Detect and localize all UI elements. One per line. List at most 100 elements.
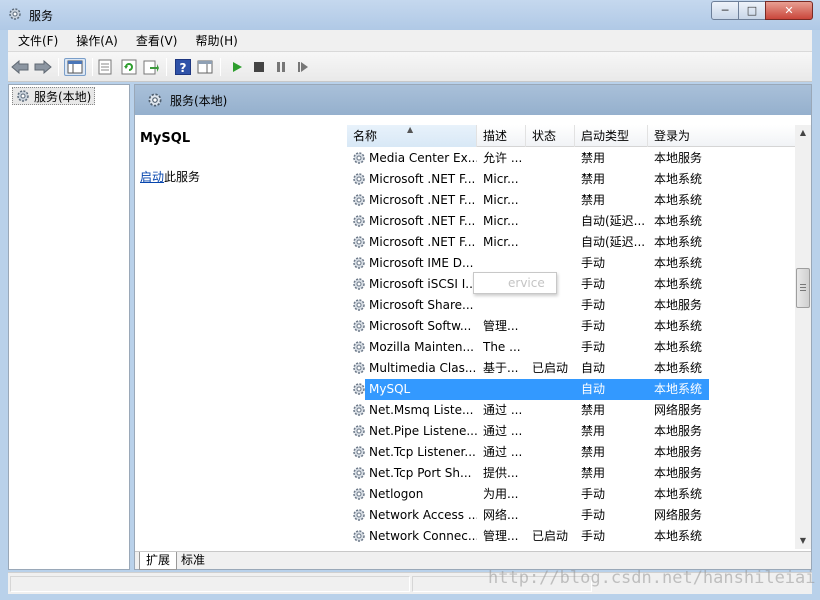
table-row[interactable]: Net.Pipe Listene... 通过 ... 禁用 本地服务 xyxy=(347,421,795,442)
service-name-cell: Microsoft Softw... xyxy=(369,319,472,333)
column-header-logon[interactable]: 登录为 xyxy=(648,125,795,147)
maximize-button[interactable]: □ xyxy=(738,1,766,20)
tab-extended[interactable]: 扩展 xyxy=(139,552,178,570)
service-description-panel: MySQL 启动此服务 xyxy=(135,115,345,551)
column-header-description[interactable]: 描述 xyxy=(477,125,526,147)
service-gear-icon xyxy=(353,425,365,437)
toolbar-separator xyxy=(92,58,93,76)
scrollbar-grip xyxy=(800,284,806,285)
service-gear-icon xyxy=(353,236,365,248)
menu-action[interactable]: 操作(A) xyxy=(66,32,126,49)
service-status-cell xyxy=(532,316,574,337)
pause-service-icon[interactable] xyxy=(272,58,290,76)
scrollbar-thumb[interactable] xyxy=(796,268,810,308)
vertical-scrollbar[interactable]: ▲ ▼ xyxy=(795,125,811,549)
column-header-status[interactable]: 状态 xyxy=(526,125,575,147)
stop-service-icon[interactable] xyxy=(250,58,268,76)
table-row[interactable]: Mozilla Mainten... The ... 手动 本地系统 xyxy=(347,337,795,358)
minimize-button[interactable]: ─ xyxy=(711,1,739,20)
column-header-logon-label: 登录为 xyxy=(654,129,691,143)
service-logon-cell: 网络服务 xyxy=(654,508,703,522)
service-startup-type-cell: 禁用 xyxy=(581,151,606,165)
toolbar-separator xyxy=(58,58,59,76)
table-row[interactable]: Microsoft IME D... 手动 本地系统 xyxy=(347,253,795,274)
service-logon-cell: 本地系统 xyxy=(654,529,703,543)
table-row[interactable]: Microsoft iSCSI I...管理...手动本地系统 xyxy=(347,274,795,295)
service-startup-type-cell: 手动 xyxy=(581,508,606,522)
service-name-cell: Microsoft .NET F... xyxy=(369,193,476,207)
column-header-name[interactable]: ▲ 名称 xyxy=(347,125,477,147)
close-button[interactable]: ✕ xyxy=(765,1,813,20)
service-startup-type-cell: 禁用 xyxy=(581,424,606,438)
menu-bar: 文件(F) 操作(A) 查看(V) 帮助(H) xyxy=(8,30,812,52)
tree-item-services-local[interactable]: 服务(本地) xyxy=(12,87,96,105)
column-header: ▲ 名称 描述 状态 启动类型 登录为 xyxy=(347,125,795,147)
table-row[interactable]: Microsoft .NET F... Micr... 禁用 本地系统 xyxy=(347,190,795,211)
service-gear-icon xyxy=(353,152,365,164)
table-row[interactable]: Microsoft .NET F... Micr... 禁用 本地系统 xyxy=(347,169,795,190)
start-service-icon[interactable] xyxy=(228,58,246,76)
table-row[interactable]: Microsoft .NET F... Micr... 自动(延迟... 本地系统 xyxy=(347,232,795,253)
services-list: ▲ 名称 描述 状态 启动类型 登录为 Media Center Ex... 允许… xyxy=(347,115,811,549)
restart-service-icon[interactable] xyxy=(294,58,312,76)
column-header-startup-type[interactable]: 启动类型 xyxy=(575,125,648,147)
table-row[interactable]: Network Connec... 管理... 已启动 手动 本地系统 xyxy=(347,526,795,547)
tooltip: ervice xyxy=(473,272,557,294)
service-status-cell: 已启动 xyxy=(532,361,569,375)
service-status-cell xyxy=(532,295,574,316)
minimize-icon: ─ xyxy=(721,4,729,17)
tab-standard[interactable]: 标准 xyxy=(175,552,211,570)
service-startup-type-cell: 禁用 xyxy=(581,193,606,207)
table-row[interactable]: Microsoft .NET F... Micr... 自动(延迟... 本地系统 xyxy=(347,211,795,232)
help-icon[interactable]: ? xyxy=(174,58,192,76)
menu-view[interactable]: 查看(V) xyxy=(126,32,186,49)
service-status-cell xyxy=(532,442,574,463)
service-startup-type-cell: 自动(延迟... xyxy=(581,214,646,228)
table-row-selected[interactable]: MySQL 自动 本地系统 xyxy=(347,379,795,400)
service-logon-cell: 本地服务 xyxy=(654,298,703,312)
table-row[interactable]: Net.Tcp Listener... 通过 ... 禁用 本地服务 xyxy=(347,442,795,463)
service-name-cell: Microsoft Share... xyxy=(369,298,474,312)
menu-file[interactable]: 文件(F) xyxy=(8,32,66,49)
back-arrow-icon[interactable] xyxy=(11,58,29,76)
service-logon-cell: 本地服务 xyxy=(654,151,703,165)
service-status-cell xyxy=(532,505,574,526)
service-name-cell: Net.Pipe Listene... xyxy=(369,424,477,438)
service-logon-cell: 本地系统 xyxy=(654,193,703,207)
table-row[interactable]: Media Center Ex... 允许 ... 禁用 本地服务 xyxy=(347,148,795,169)
table-row[interactable]: Net.Tcp Port Sh... 提供... 禁用 本地服务 xyxy=(347,463,795,484)
selected-service-name: MySQL xyxy=(140,131,191,146)
service-gear-icon xyxy=(353,278,365,290)
start-service-link[interactable]: 启动 xyxy=(140,170,164,184)
table-row[interactable]: Microsoft Share... 手动 本地服务 xyxy=(347,295,795,316)
refresh-icon[interactable] xyxy=(120,58,138,76)
table-row[interactable]: Net.Msmq Liste... 通过 ... 禁用 网络服务 xyxy=(347,400,795,421)
service-status-cell: 已启动 xyxy=(532,529,569,543)
service-startup-type-cell: 手动 xyxy=(581,256,606,270)
services-gear-icon xyxy=(17,90,29,102)
service-status-cell xyxy=(532,169,574,190)
pane-title: 服务(本地) xyxy=(170,94,228,108)
service-name-cell: Network Access ... xyxy=(369,508,477,522)
show-action-pane-icon[interactable] xyxy=(196,58,214,76)
properties-icon[interactable] xyxy=(96,58,114,76)
service-logon-cell: 本地系统 xyxy=(654,319,703,333)
service-name-cell: Net.Tcp Listener... xyxy=(369,445,476,459)
service-logon-cell: 本地系统 xyxy=(654,361,703,375)
table-row[interactable]: Microsoft Softw... 管理... 手动 本地系统 xyxy=(347,316,795,337)
service-name-cell: Microsoft IME D... xyxy=(369,256,474,270)
service-description-cell: The ... xyxy=(483,340,521,354)
forward-arrow-icon[interactable] xyxy=(34,58,52,76)
table-row[interactable]: Netlogon 为用... 手动 本地系统 xyxy=(347,484,795,505)
service-status-cell xyxy=(532,253,574,274)
export-list-icon[interactable] xyxy=(142,58,160,76)
table-row[interactable]: Multimedia Clas... 基于... 已启动 自动 本地系统 xyxy=(347,358,795,379)
table-row[interactable]: Network Access ... 网络... 手动 网络服务 xyxy=(347,505,795,526)
maximize-icon: □ xyxy=(746,4,758,17)
service-status-cell xyxy=(532,463,574,484)
menu-help[interactable]: 帮助(H) xyxy=(185,32,245,49)
scroll-up-icon[interactable]: ▲ xyxy=(795,125,811,141)
show-hide-tree-icon[interactable] xyxy=(64,58,86,76)
scroll-down-icon[interactable]: ▼ xyxy=(795,533,811,549)
service-gear-icon xyxy=(353,194,365,206)
